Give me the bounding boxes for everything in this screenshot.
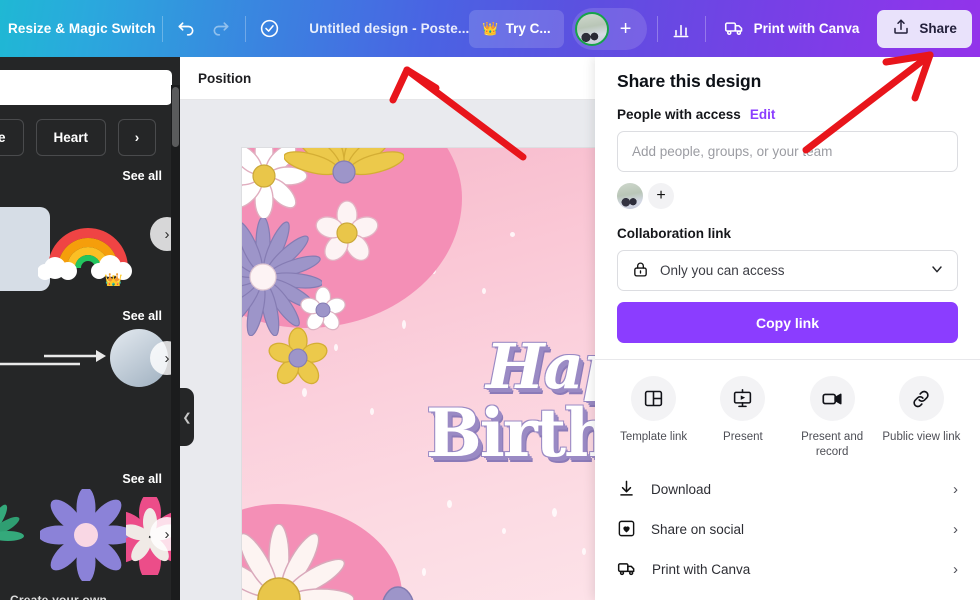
add-collaborator-button[interactable]: +	[611, 12, 641, 46]
print-with-canva-button[interactable]: Print with Canva	[712, 10, 872, 48]
elements-sidebar: ats Circle Heart › See all 👑	[0, 57, 180, 600]
collaboration-link-label: Collaboration link	[617, 226, 732, 241]
list-item-share-on-social[interactable]: Share on social ›	[617, 510, 958, 550]
daisy-yellow-small	[264, 324, 332, 392]
sidebar-scrollbar[interactable]	[171, 85, 180, 600]
chevron-right-icon[interactable]: ›	[953, 521, 958, 538]
chip-heart[interactable]: Heart	[35, 119, 107, 156]
print-label: Print with Canva	[753, 21, 860, 36]
collaborators-group[interactable]: +	[571, 7, 647, 50]
avatar[interactable]	[617, 183, 643, 209]
quick-action-label: Template link	[620, 431, 688, 443]
chevron-right-icon[interactable]: ›	[953, 481, 958, 498]
see-all-link-1[interactable]: See all	[122, 169, 162, 183]
crown-icon: 👑	[482, 21, 499, 36]
chevron-down-icon[interactable]	[929, 261, 945, 280]
list-item-label: Print with Canva	[652, 562, 751, 578]
share-button[interactable]: Share	[877, 9, 972, 48]
purple-flower-element[interactable]	[38, 487, 134, 583]
svg-text:👑: 👑	[104, 272, 123, 286]
design-artboard[interactable]: Happy Birthday	[242, 148, 612, 600]
daisy-purple-bottom	[338, 578, 458, 600]
cloud-check-icon[interactable]	[252, 10, 287, 48]
avatar[interactable]	[574, 11, 609, 46]
try-canva-label: Try C...	[505, 21, 551, 36]
add-people-input[interactable]: Add people, groups, or your team	[617, 131, 958, 172]
access-level-select[interactable]: Only you can access	[617, 250, 958, 291]
shape-category-chips: Circle Heart ›	[0, 119, 157, 156]
list-item-print-with-canva[interactable]: Print with Canva ›	[617, 550, 958, 590]
chip-next-arrow[interactable]: ›	[118, 119, 157, 156]
people-avatars: +	[617, 183, 958, 209]
share-label: Share	[919, 21, 957, 36]
public-link-icon	[898, 376, 944, 421]
rainbow-sticker[interactable]: 👑	[37, 212, 138, 290]
redo-icon[interactable]	[204, 10, 239, 48]
share-options-list: Download › Share on social › Print with …	[595, 460, 980, 590]
toolbar-divider-2	[245, 15, 246, 42]
bar-chart-icon[interactable]	[663, 10, 698, 48]
try-canva-pro-button[interactable]: 👑 Try C...	[469, 9, 564, 48]
present-icon	[720, 376, 766, 421]
chip-circle[interactable]: Circle	[0, 119, 24, 156]
add-person-button[interactable]: +	[648, 183, 674, 209]
download-icon	[617, 479, 636, 501]
toolbar-divider	[161, 15, 163, 42]
resize-magic-switch-button[interactable]: Resize & Magic Switch	[0, 21, 156, 36]
people-with-access-label: People with access	[617, 107, 741, 122]
design-title[interactable]: Untitled design - Poste...	[309, 21, 469, 36]
headline-line-1: Happy	[486, 330, 612, 403]
quick-actions-row: Template link Present Present and record…	[595, 360, 980, 460]
search-input[interactable]: ats	[0, 70, 172, 105]
chevron-right-icon[interactable]: ›	[953, 561, 958, 578]
toolbar-divider-3	[656, 15, 658, 42]
template-link-icon	[631, 376, 677, 421]
list-item-label: Share on social	[651, 522, 745, 538]
truck-icon	[724, 17, 745, 41]
arrow-element[interactable]	[44, 347, 106, 365]
canva-editor-screen: Resize & Magic Switch Untitled design - …	[0, 0, 980, 600]
quick-action-present-and-record[interactable]: Present and record	[788, 376, 877, 460]
access-level-value: Only you can access	[660, 263, 785, 278]
create-your-own-label[interactable]: Create your own	[10, 593, 107, 600]
quick-action-template-link[interactable]: Template link	[609, 376, 698, 460]
copy-link-button[interactable]: Copy link	[617, 302, 958, 343]
share-upload-icon	[892, 18, 910, 39]
toolbar-divider-4	[704, 15, 706, 42]
chevron-left-icon: ❮	[182, 411, 192, 424]
social-heart-icon	[617, 519, 636, 541]
truck-icon	[617, 558, 637, 581]
green-flower-element[interactable]	[0, 502, 36, 570]
undo-icon[interactable]	[169, 10, 204, 48]
quick-action-public-view-link[interactable]: Public view link	[877, 376, 966, 460]
edit-access-link[interactable]: Edit	[750, 107, 776, 122]
quick-action-label: Present	[723, 431, 763, 443]
collapse-panel-handle[interactable]: ❮	[180, 388, 194, 446]
quick-action-label: Public view link	[882, 431, 961, 443]
share-panel-title: Share this design	[617, 71, 762, 91]
top-bar: Resize & Magic Switch Untitled design - …	[0, 0, 980, 57]
quick-action-label: Present and record	[801, 431, 864, 458]
see-all-link-3[interactable]: See all	[122, 472, 162, 486]
position-button[interactable]: Position	[198, 71, 251, 86]
headline-line-2: Birthday	[426, 394, 612, 472]
lock-icon	[632, 261, 649, 281]
list-item-label: Download	[651, 482, 712, 498]
present-record-icon	[809, 376, 855, 421]
share-panel: Share this design People with access Edi…	[595, 57, 980, 600]
see-all-link-2[interactable]: See all	[122, 309, 162, 323]
list-item-download[interactable]: Download ›	[617, 470, 958, 510]
quick-action-present[interactable]: Present	[698, 376, 787, 460]
